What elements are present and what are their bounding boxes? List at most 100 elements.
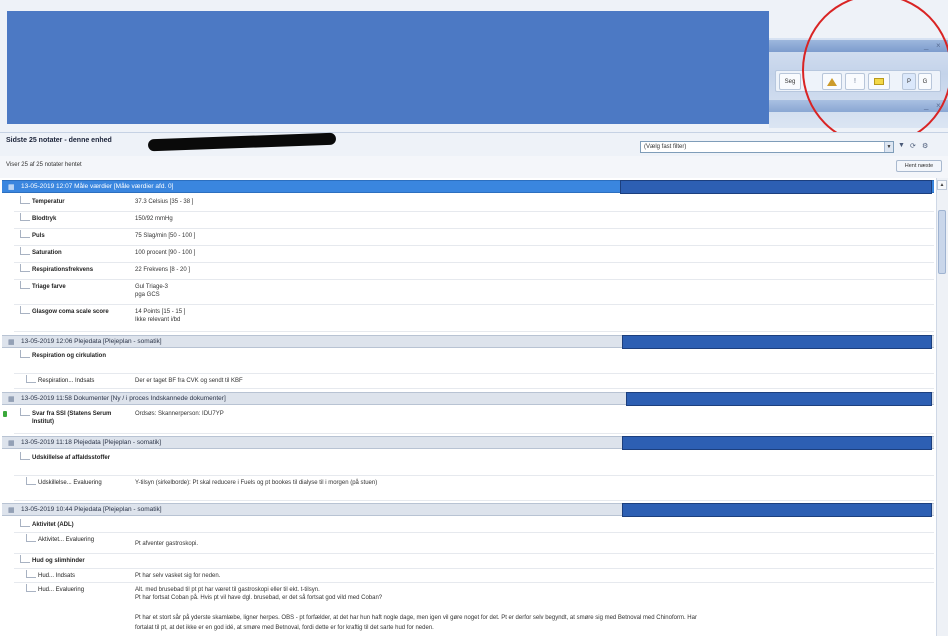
tree-line [20,452,30,460]
row-value: Y-tilsyn (sirkelborde): Pt skal reducere… [135,480,378,486]
row-value: Der er taget BF fra CVK og sendt til KBF [135,378,243,384]
row-label: Hud... Indsats [38,573,76,579]
row-value-4: fortalat til pt, at det ikke er en god i… [135,625,434,631]
note-row: Saturation 100 procent [90 - 100 ] [14,247,934,263]
tree-line [26,534,36,542]
row-label: Hud... Evaluering [38,587,85,593]
redacted-cell [622,335,932,349]
row-label: Svar fra SSI (Statens Serum Institut) [32,411,112,425]
row-label: Respiration... Indsats [38,378,95,384]
note-row: Hud... Evaluering Alt. med brusebad til … [14,584,934,636]
note-header-text: 13-05-2019 11:58 Dokumenter [Ny / i proc… [21,395,226,402]
redacted-cell [622,503,932,517]
row-label: Aktivitet... Evaluering [38,537,95,543]
row-value: Alt. med brusebad til pt pt har været ti… [135,587,320,593]
tree-line [20,247,30,255]
redacted-cell [622,436,932,450]
row-label: Triage farve [32,284,66,290]
row-label: Aktivitet (ADL) [32,522,74,528]
scroll-up-icon[interactable]: ▲ [937,180,947,190]
tree-line [20,350,30,358]
page-title: Sidste 25 notater - denne enhed [6,137,112,144]
row-value: 150/92 mmHg [135,216,173,222]
tree-line [20,306,30,314]
tree-line [20,408,30,416]
refresh-icon[interactable]: ⟳ [910,142,916,150]
scroll-thumb[interactable] [938,210,946,274]
note-row: Udskillelse af affaldsstoffer [14,452,934,476]
note-row: Hud og slimhinder [14,555,934,569]
note-row: Respirationsfrekvens 22 Frekvens [8 - 20… [14,264,934,280]
tree-line [20,196,30,204]
redacted-banner [7,11,769,124]
fetch-next-button[interactable]: Hent næste [896,160,942,172]
note-row: Aktivitet (ADL) [14,519,934,533]
note-row[interactable]: Svar fra SSI (Statens Serum Institut) Or… [3,408,934,434]
red-highlight-circle [802,0,948,146]
document-icon: ▦ [8,507,15,514]
note-row: Udskillelse... Evaluering Y-tilsyn (sirk… [14,477,934,501]
note-header-text: 13-05-2019 11:18 Plejedata [Plejeplan - … [21,439,162,446]
tree-line [26,375,36,383]
row-label: Respirationsfrekvens [32,267,94,273]
row-label: Saturation [32,250,62,256]
redacted-cell [626,392,932,406]
row-label: Hud og slimhinder [32,558,85,564]
note-row: Respiration... Indsats Der er taget BF f… [14,375,934,389]
row-value: 14 Points [15 - 15 ] [135,309,186,315]
row-label: Respiration og cirkulation [32,353,107,359]
filter-placeholder: (Vælg fast filter) [644,144,687,150]
note-row: Puls 75 Slag/min [50 - 100 ] [14,230,934,246]
row-value-2: pga GCS [135,292,160,298]
row-value-3: Pt har et stort sår på yderste skamlæbe,… [135,615,697,621]
tree-line [20,281,30,289]
document-icon: ▦ [8,396,15,403]
row-value: Gul Triage-3 [135,284,169,290]
note-row: Triage farve Gul Triage-3 pga GCS [14,281,934,305]
document-icon: ▦ [8,440,15,447]
settings-icon[interactable]: ⚙ [922,142,928,150]
row-value: Ordsøs: Skannerperson: IDU7YP [135,411,224,417]
tree-line [26,584,36,592]
row-label: Udskillelse af affaldsstoffer [32,455,111,461]
tree-line [20,264,30,272]
note-row: Hud... Indsats Pt har selv vasket sig fo… [14,570,934,583]
row-label: Glasgow coma scale score [32,309,109,315]
seg-button[interactable]: Seg [779,73,801,90]
app-window: _ × _ × Seg ! P G Sidste 25 notater - de… [0,0,948,636]
chevron-down-icon[interactable]: ▼ [884,142,893,152]
note-header-text: 13-05-2019 10:44 Plejedata [Plejeplan - … [21,506,162,513]
tree-line [20,230,30,238]
filter-icon[interactable]: ▼ [898,142,905,149]
note-row: Temperatur 37.3 Celsius [35 - 38 ] [14,196,934,212]
row-label: Blodtryk [32,216,57,222]
tree-line [20,555,30,563]
row-value: Pt afventer gastroskopi. [135,541,199,547]
row-label: Udskillelse... Evaluering [38,480,102,486]
note-row: Blodtryk 150/92 mmHg [14,213,934,229]
row-label: Temperatur [32,199,65,205]
tree-line [20,213,30,221]
tree-line [26,477,36,485]
row-value: 75 Slag/min [50 - 100 ] [135,233,196,239]
note-header-text: 13-05-2019 12:07 Måle værdier [Måle værd… [21,183,174,190]
tree-line [20,519,30,527]
tree-line [26,570,36,578]
row-value: 37.3 Celsius [35 - 38 ] [135,199,194,205]
row-value: 22 Frekvens [8 - 20 ] [135,267,191,273]
row-value: 100 procent [90 - 100 ] [135,250,196,256]
redacted-cell [620,180,932,194]
note-row: Aktivitet... Evaluering Pt afventer gast… [14,534,934,554]
note-row: Respiration og cirkulation [14,350,934,374]
count-text: Viser 25 af 25 notater hentet [6,162,82,168]
row-value: Pt har selv vasket sig for neden. [135,573,221,579]
document-icon: ▦ [8,339,15,346]
note-header-text: 13-05-2019 12:06 Plejedata [Plejeplan - … [21,338,162,345]
row-label: Puls [32,233,45,239]
document-icon: ▦ [8,184,15,191]
filter-select[interactable]: (Vælg fast filter) ▼ [640,141,894,153]
toolbar-row [0,156,948,178]
status-icon [3,411,7,417]
note-row: Glasgow coma scale score 14 Points [15 -… [14,306,934,332]
row-value-2: Pt har fortsat Coban på. Hvis pt vil hav… [135,595,383,601]
